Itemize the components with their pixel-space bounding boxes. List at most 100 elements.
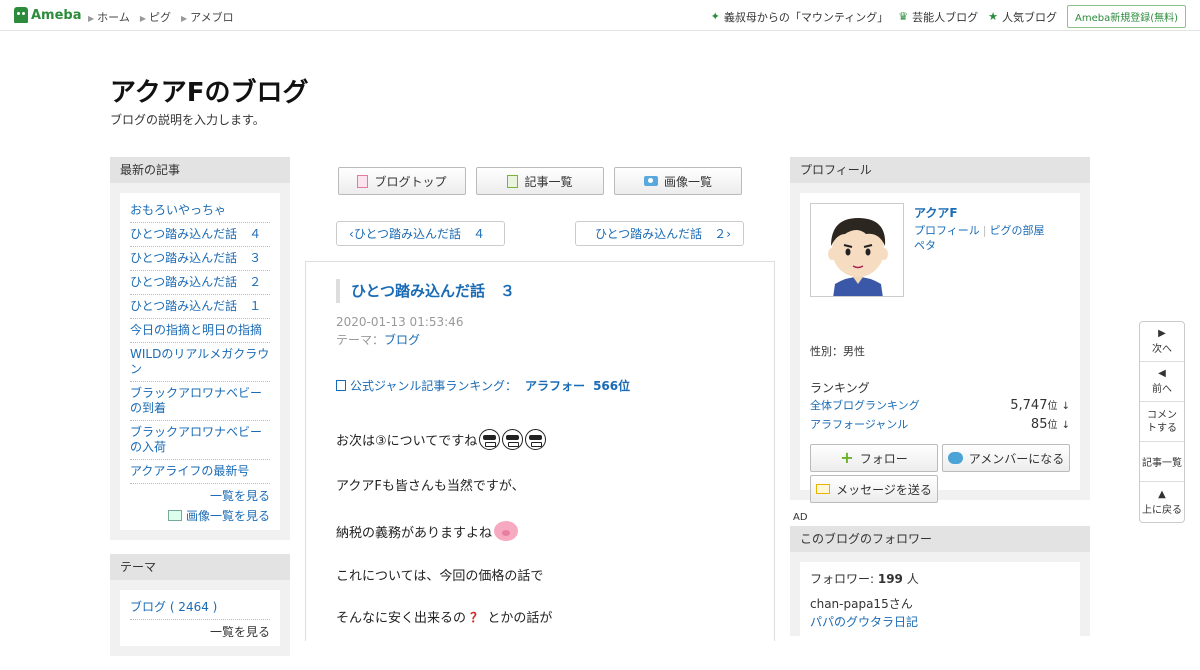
recent-article-link[interactable]: ひとつ踏み込んだ話 ３ — [130, 247, 270, 271]
ameba-logo[interactable]: Ameba — [14, 7, 82, 23]
register-button[interactable]: Ameba新規登録(無料) — [1066, 5, 1186, 28]
right-sidebar: プロフィール アクアF プロフィール | ピグの部屋 ペタ 性別：男性 ランキン… — [790, 157, 1090, 503]
paragraph: 納税の義務がありますよね — [336, 521, 519, 541]
entry-date: 2020-01-13 01:53:46 — [336, 315, 464, 329]
blog-nav-buttons: ブログトップ 記事一覧 画像一覧 — [338, 167, 742, 195]
recent-article-link[interactable]: WILDのリアルメガクラウン — [130, 343, 270, 382]
side-comment-button[interactable]: コメントする — [1140, 402, 1184, 442]
theme-see-list-link[interactable]: 一覧を見る — [130, 624, 270, 640]
nav-ameblo[interactable]: ▶ アメブロ — [181, 9, 234, 25]
sunglasses-emoji-icon — [502, 429, 524, 450]
ranking-heading: ランキング — [810, 381, 870, 395]
profile-body: アクアF プロフィール | ピグの部屋 ペタ 性別：男性 ランキング 全体ブログラン… — [800, 193, 1080, 503]
follower-user[interactable]: chan-papa15さん — [810, 595, 1070, 612]
paragraph: そんなに安く出来るの ？ とかの話が — [336, 611, 553, 626]
side-article-list-button[interactable]: 記事一覧 — [1140, 442, 1184, 482]
recent-article-link[interactable]: ひとつ踏み込んだ話 ４ — [130, 223, 270, 247]
play-left-icon: ◀ — [1158, 368, 1166, 379]
recent-article-link[interactable]: 今日の指摘と明日の指摘 — [130, 319, 270, 343]
nav-pigg[interactable]: ▶ ピグ — [140, 9, 171, 25]
profile-name[interactable]: アクアF — [914, 204, 958, 221]
peta-link[interactable]: ペタ — [914, 239, 936, 252]
nav-home[interactable]: ▶ ホーム — [88, 9, 130, 25]
envelope-icon — [816, 484, 831, 494]
see-list-link[interactable]: 一覧を見る — [130, 488, 270, 504]
see-images-link[interactable]: 画像一覧を見る — [130, 508, 270, 524]
sparkle-icon: ✦ — [710, 10, 720, 23]
speech-bubble-icon — [947, 452, 963, 464]
profile-box: プロフィール アクアF プロフィール | ピグの部屋 ペタ 性別：男性 ランキン… — [790, 157, 1090, 503]
header-link-popular[interactable]: ★ 人気ブログ — [988, 9, 1057, 25]
header-link-mounting[interactable]: ✦ 義叔母からの「マウンティング」 — [711, 9, 889, 25]
followers-box: このブログのフォロワー フォロワー: 199 人 chan-papa15さん パ… — [790, 526, 1090, 642]
recent-article-link[interactable]: ひとつ踏み込んだ話 １ — [130, 295, 270, 319]
profile-links: プロフィール | ピグの部屋 ペタ — [914, 224, 1045, 252]
profile-title: プロフィール — [790, 157, 1090, 183]
ranking-genre-link[interactable]: アラフォージャンル — [810, 416, 908, 432]
profile-link[interactable]: プロフィール — [914, 224, 980, 237]
recent-articles-title: 最新の記事 — [110, 157, 290, 183]
entry-theme-link[interactable]: ブログ — [384, 333, 420, 347]
ranking-all-value: 5,747位 ↓ — [1010, 398, 1070, 413]
chevron-right-icon: ▶ — [88, 14, 95, 23]
recent-article-link[interactable]: アクアライフの最新号 — [130, 460, 270, 484]
floating-side-menu: ▶ 次へ ◀ 前へ コメントする 記事一覧 ▲ 上に戻る — [1139, 321, 1185, 523]
blog-top-button[interactable]: ブログトップ — [338, 167, 466, 195]
genre-ranking[interactable]: 公式ジャンル記事ランキング： アラフォー 566位 — [336, 377, 630, 394]
entry-title[interactable]: ひとつ踏み込んだ話 ３ — [336, 279, 515, 303]
header-link-celebrity[interactable]: ♛ 芸能人ブログ — [898, 9, 978, 25]
follow-button[interactable]: + フォロー — [810, 444, 938, 472]
chevron-right-icon: ▶ — [180, 14, 188, 23]
global-header: Ameba ▶ ホーム ▶ ピグ ▶ アメブロ ✦ 義叔母からの「マウンティング」 ♛ 芸… — [0, 0, 1200, 31]
follower-blog-link[interactable]: パパのグウタラ日記 — [810, 613, 1070, 630]
chevron-right-icon: › — [726, 226, 731, 241]
sunglasses-emoji-icon — [525, 429, 547, 450]
ad-label: AD — [793, 512, 808, 523]
camera-icon — [643, 176, 658, 186]
sunglasses-emoji-icon — [479, 429, 501, 450]
ranking-all-row: 全体ブログランキング 5,747位 ↓ — [810, 397, 1070, 413]
play-right-icon: ▶ — [1158, 328, 1166, 339]
header-links: ✦ 義叔母からの「マウンティング」 ♛ 芸能人ブログ ★ 人気ブログ Ameba新規登… — [711, 5, 1186, 28]
ranking-all-link[interactable]: 全体ブログランキング — [810, 397, 920, 413]
arrow-down-icon: ↓ — [1061, 420, 1070, 431]
recent-article-link[interactable]: おもろいやっちゃ — [130, 199, 270, 223]
amember-button[interactable]: アメンバーになる — [942, 444, 1070, 472]
chevron-right-icon: ▶ — [139, 14, 146, 23]
document-icon — [357, 174, 369, 188]
next-article-button[interactable]: ひとつ踏み込んだ話 ２ › — [575, 221, 744, 246]
avatar[interactable] — [810, 203, 904, 297]
side-prev-button[interactable]: ◀ 前へ — [1140, 362, 1184, 402]
follower-count: フォロワー: 199 人 — [810, 572, 919, 586]
ameba-logo-text: Ameba — [31, 7, 82, 23]
article-list-button[interactable]: 記事一覧 — [476, 167, 604, 195]
side-top-button[interactable]: ▲ 上に戻る — [1140, 482, 1184, 522]
side-next-button[interactable]: ▶ 次へ — [1140, 322, 1184, 362]
left-sidebar: 最新の記事 おもろいやっちゃ ひとつ踏み込んだ話 ４ ひとつ踏み込んだ話 ３ ひ… — [110, 157, 290, 670]
image-list-button[interactable]: 画像一覧 — [614, 167, 742, 195]
crown-icon: ♛ — [898, 10, 909, 23]
recent-article-link[interactable]: ブラックアロワナベビーの入荷 — [130, 421, 270, 460]
profile-gender: 性別：男性 — [810, 345, 865, 358]
recent-articles-box: 最新の記事 おもろいやっちゃ ひとつ踏み込んだ話 ４ ひとつ踏み込んだ話 ３ ひ… — [110, 157, 290, 540]
arrow-down-icon: ↓ — [1061, 401, 1070, 412]
triangle-up-icon: ▲ — [1158, 488, 1166, 500]
article-list-icon — [507, 174, 519, 188]
paragraph: お次は③についてですね — [336, 429, 547, 450]
recent-articles-list: おもろいやっちゃ ひとつ踏み込んだ話 ４ ひとつ踏み込んだ話 ３ ひとつ踏み込ん… — [120, 193, 280, 530]
message-button[interactable]: メッセージを送る — [810, 475, 938, 503]
theme-list: ブログ ( 2464 ) 一覧を見る — [120, 590, 280, 646]
recent-article-link[interactable]: ひとつ踏み込んだ話 ２ — [130, 271, 270, 295]
prev-article-button[interactable]: ‹ ひとつ踏み込んだ話 ４ — [336, 221, 505, 246]
plus-icon: + — [840, 448, 854, 467]
recent-article-link[interactable]: ブラックアロワナベビーの到着 — [130, 382, 270, 421]
ranking-icon — [336, 380, 346, 391]
ameba-logo-icon — [14, 7, 28, 23]
blog-title[interactable]: アクアFのブログ — [110, 72, 308, 109]
article: ひとつ踏み込んだ話 ３ 2020-01-13 01:53:46 テーマ：ブログ … — [305, 261, 775, 641]
followers-title: このブログのフォロワー — [790, 526, 1090, 552]
blog-description: ブログの説明を入力します。 — [110, 113, 265, 127]
pigg-room-link[interactable]: ピグの部屋 — [990, 224, 1045, 237]
theme-link[interactable]: ブログ ( 2464 ) — [130, 596, 270, 620]
theme-box: テーマ ブログ ( 2464 ) 一覧を見る — [110, 554, 290, 656]
